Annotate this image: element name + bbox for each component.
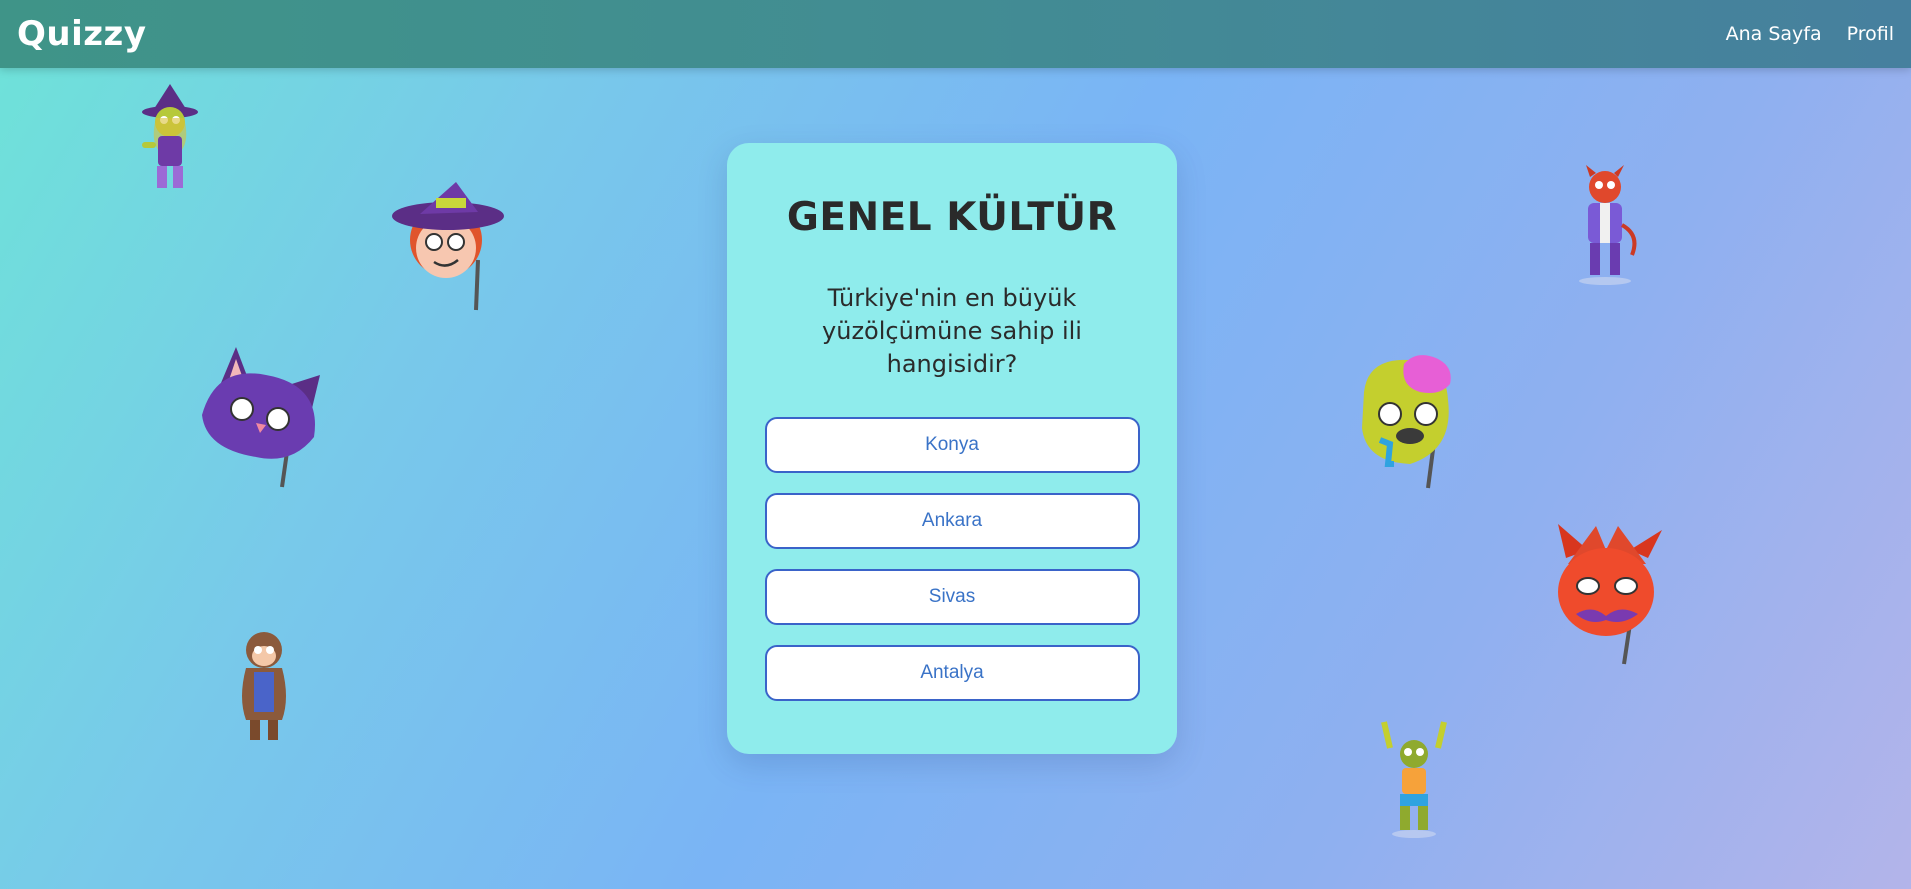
cat-mask-sticker xyxy=(202,347,320,488)
top-navbar: Quizzy Ana Sayfa Profil xyxy=(0,0,1911,68)
quiz-title: GENEL KÜLTÜR xyxy=(786,195,1118,240)
nav-link-profile[interactable]: Profil xyxy=(1847,23,1894,45)
witch-character-sticker xyxy=(142,84,198,188)
witch-mask-sticker xyxy=(392,182,504,311)
question-text: Türkiye'nin en büyük yüzölçümüne sahip i… xyxy=(822,284,1082,378)
zombie-mask-sticker xyxy=(1362,355,1451,489)
devil-mask-sticker xyxy=(1558,524,1662,665)
quiz-card: GENEL KÜLTÜR Türkiye'nin en büyük yüzölç… xyxy=(727,143,1177,754)
answer-button-ankara[interactable]: Ankara xyxy=(764,493,1140,549)
answer-list: Konya Ankara Sivas Antalya xyxy=(764,417,1140,701)
nav-link-home[interactable]: Ana Sayfa xyxy=(1726,23,1822,45)
devil-character-sticker xyxy=(1579,165,1637,285)
answer-button-sivas[interactable]: Sivas xyxy=(764,569,1140,625)
brand-logo[interactable]: Quizzy xyxy=(17,14,147,54)
answer-button-konya[interactable]: Konya xyxy=(764,417,1140,473)
werewolf-character-sticker xyxy=(242,632,286,740)
nav-links: Ana Sayfa Profil xyxy=(1726,23,1894,45)
answer-button-antalya[interactable]: Antalya xyxy=(764,645,1140,701)
zombie-character-sticker xyxy=(1381,721,1447,838)
